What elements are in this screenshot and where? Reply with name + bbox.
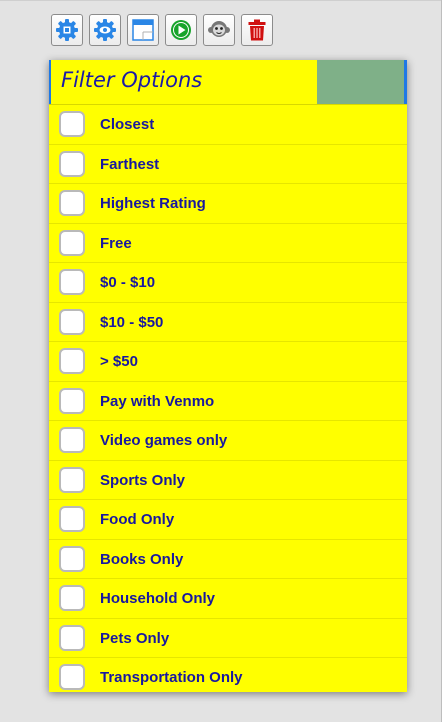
checkbox[interactable] [59, 111, 85, 137]
monkey-button[interactable] [203, 14, 235, 46]
filter-option-video-games[interactable]: Video games only [49, 421, 407, 461]
panel-title: Filter Options [61, 68, 203, 92]
filter-label: Food Only [100, 511, 175, 528]
header-tab-edge [404, 60, 407, 104]
visibility-settings-button[interactable] [89, 14, 121, 46]
filter-label: Sports Only [100, 471, 186, 489]
filter-label: $0 - $10 [100, 274, 156, 291]
run-button[interactable] [165, 14, 197, 46]
settings-button[interactable] [51, 14, 83, 46]
checkbox[interactable] [59, 427, 85, 453]
checkbox[interactable] [59, 585, 85, 611]
checkbox[interactable] [59, 466, 85, 493]
header-tab[interactable] [317, 60, 407, 104]
filter-option-closest[interactable]: Closest [49, 105, 407, 145]
settings-gear-icon [56, 19, 78, 41]
panel-header: Filter Options [49, 60, 407, 105]
filter-option-highest-rating[interactable]: Highest Rating [49, 184, 407, 224]
checkbox[interactable] [59, 664, 85, 690]
play-icon [171, 20, 191, 40]
filter-label: Highest Rating [100, 195, 206, 212]
filter-option-pets[interactable]: Pets Only [49, 619, 407, 658]
checkbox[interactable] [59, 348, 85, 374]
filter-options-panel: Filter Options Closest Farthest Highest … [49, 60, 407, 692]
filter-label: > $50 [100, 353, 138, 370]
checkbox[interactable] [59, 624, 85, 651]
filter-option-over-50[interactable]: > $50 [49, 342, 407, 382]
filter-label: Free [100, 234, 132, 252]
checkbox[interactable] [59, 150, 85, 177]
monkey-icon [208, 21, 230, 37]
filter-label: Books Only [100, 550, 184, 568]
window-top-edge [0, 0, 442, 1]
header-accent [49, 60, 51, 104]
filter-label: Household Only [100, 590, 216, 607]
checkbox[interactable] [59, 506, 85, 532]
filter-option-0-10[interactable]: $0 - $10 [49, 263, 407, 303]
toolbar [51, 14, 273, 46]
visibility-gear-icon [94, 19, 116, 41]
filter-label: Farthest [100, 155, 160, 173]
window-icon [132, 19, 154, 41]
trash-icon [248, 19, 266, 41]
checkbox[interactable] [59, 269, 85, 295]
filter-option-sports[interactable]: Sports Only [49, 461, 407, 500]
filter-option-10-50[interactable]: $10 - $50 [49, 303, 407, 342]
filter-label: $10 - $50 [100, 313, 164, 331]
checkbox[interactable] [59, 308, 85, 335]
filter-list: Closest Farthest Highest Rating Free $0 … [49, 105, 407, 692]
filter-option-free[interactable]: Free [49, 224, 407, 263]
filter-label: Closest [100, 116, 155, 133]
filter-label: Pets Only [100, 629, 170, 647]
filter-option-transportation[interactable]: Transportation Only [49, 658, 407, 692]
checkbox[interactable] [59, 229, 85, 256]
checkbox[interactable] [59, 190, 85, 216]
window-button[interactable] [127, 14, 159, 46]
filter-option-books[interactable]: Books Only [49, 540, 407, 579]
filter-label: Video games only [100, 432, 228, 449]
filter-label: Transportation Only [100, 669, 243, 686]
filter-option-farthest[interactable]: Farthest [49, 145, 407, 184]
checkbox[interactable] [59, 387, 85, 414]
filter-label: Pay with Venmo [100, 392, 215, 410]
filter-option-household[interactable]: Household Only [49, 579, 407, 619]
checkbox[interactable] [59, 545, 85, 572]
filter-option-venmo[interactable]: Pay with Venmo [49, 382, 407, 421]
delete-button[interactable] [241, 14, 273, 46]
filter-option-food[interactable]: Food Only [49, 500, 407, 540]
